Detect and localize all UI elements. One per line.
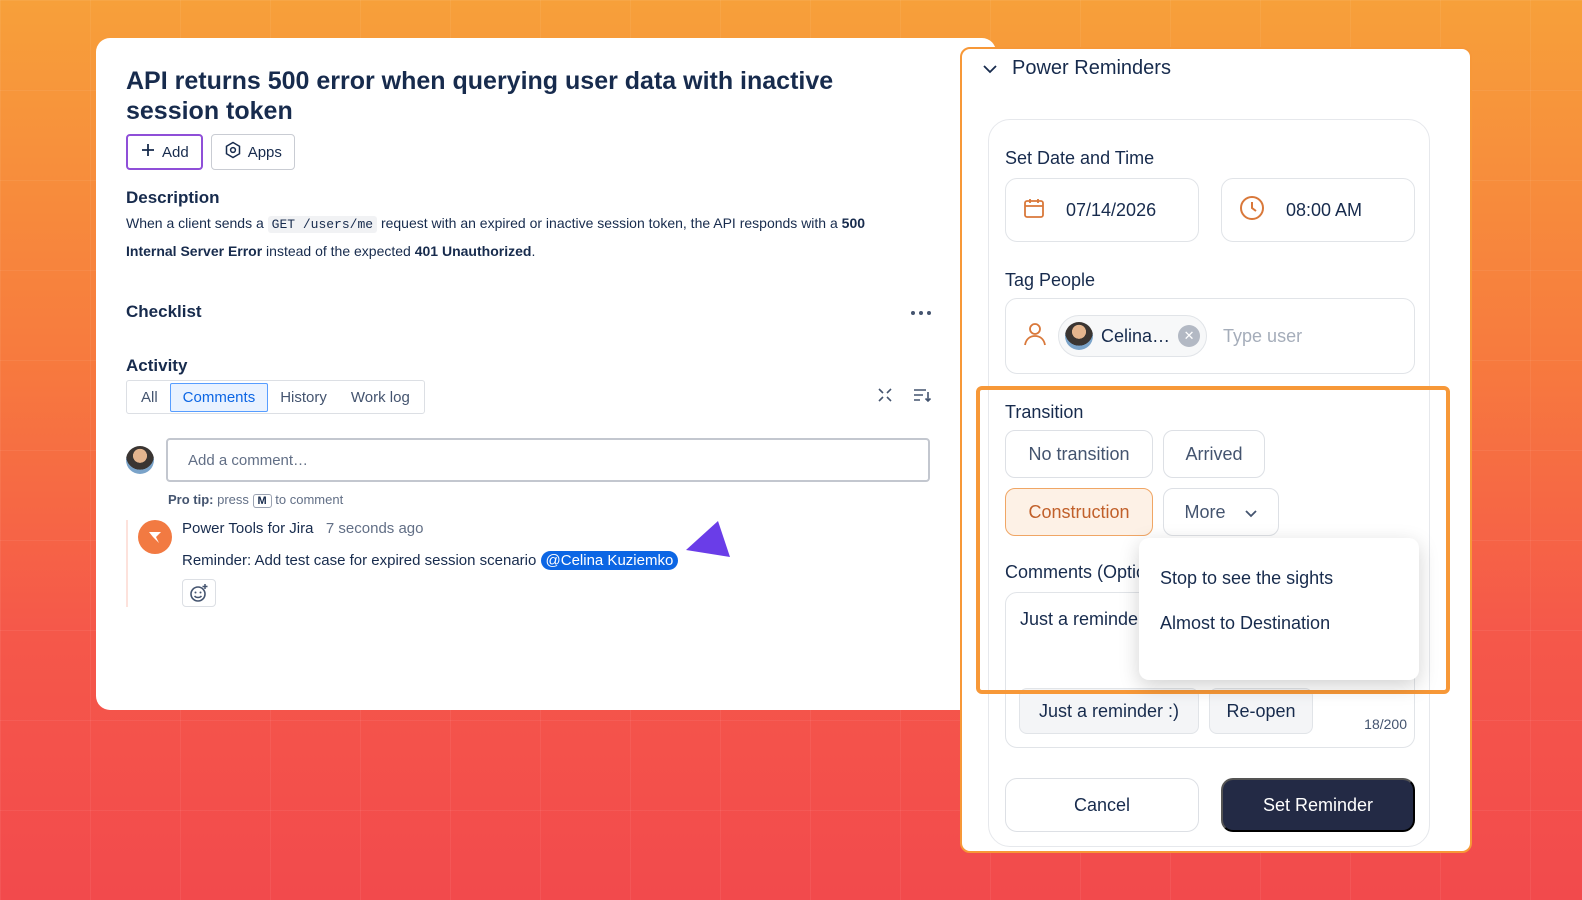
time-field[interactable]: 08:00 AM (1221, 178, 1415, 242)
protip: Pro tip: press M to comment (168, 492, 966, 508)
description-part: . (531, 243, 536, 259)
description-part: request with an expired or inactive sess… (377, 215, 842, 231)
tag-people-label: Tag People (1005, 270, 1096, 290)
comments-label: Comments (Optic (1005, 562, 1146, 582)
tab-work-log[interactable]: Work log (339, 384, 422, 411)
chevron-down-icon (1244, 502, 1258, 523)
protip-key: M (252, 494, 272, 508)
plus-icon (140, 142, 156, 162)
power-reminders-panel: Power Reminders Set Date and Time 07/14/… (960, 47, 1472, 853)
panel-title: Power Reminders (1012, 57, 1171, 79)
tagged-user-name: Celina… (1101, 325, 1171, 346)
date-field[interactable]: 07/14/2026 (1005, 178, 1199, 242)
emoji-icon (190, 584, 208, 602)
transition-more-button[interactable]: More (1163, 488, 1279, 536)
set-reminder-button[interactable]: Set Reminder (1221, 778, 1415, 832)
chevron-down-icon[interactable] (982, 57, 998, 80)
apps-button[interactable]: Apps (210, 134, 295, 170)
calendar-icon (1022, 196, 1046, 225)
transition-arrived[interactable]: Arrived (1163, 430, 1265, 478)
checklist-header: Checklist (126, 302, 932, 322)
power-tools-logo-icon (138, 520, 172, 554)
add-button[interactable]: Add (126, 134, 203, 170)
activity-heading: Activity (126, 356, 188, 375)
more-label: More (1184, 501, 1226, 522)
add-button-label: Add (162, 143, 189, 161)
protip-prefix: Pro tip: (168, 492, 214, 507)
description-part: When a client sends a (126, 215, 268, 231)
comment-text-content: Reminder: Add test case for expired sess… (182, 552, 541, 569)
type-user-input[interactable]: Type user (1223, 326, 1302, 347)
transition-no-transition[interactable]: No transition (1005, 430, 1153, 478)
menu-item-almost-to-destination[interactable]: Almost to Destination (1139, 601, 1419, 646)
add-reaction-button[interactable] (182, 579, 216, 607)
add-comment-row: Add a comment… (126, 438, 966, 482)
tagged-user-avatar (1065, 322, 1093, 350)
reminder-form: Set Date and Time 07/14/2026 08:00 AM Ta… (988, 119, 1430, 847)
activity-tabs: All Comments History Work log (126, 380, 425, 414)
tab-history[interactable]: History (268, 384, 339, 411)
character-counter: 18/200 (1364, 716, 1407, 732)
more-transitions-menu: Stop to see the sights Almost to Destina… (1139, 538, 1419, 680)
comment-time: 7 seconds ago (325, 520, 424, 537)
apps-hex-icon (224, 141, 242, 163)
remove-tag-icon[interactable]: ✕ (1178, 325, 1201, 347)
comment-input[interactable]: Add a comment… (166, 438, 930, 482)
quick-comment-reminder[interactable]: Just a reminder :) (1019, 688, 1199, 734)
checklist-heading: Checklist (126, 302, 202, 321)
clock-icon (1238, 194, 1266, 227)
reminder-comment-text: Just a reminder (1020, 609, 1145, 629)
time-value: 08:00 AM (1286, 199, 1363, 220)
protip-text: press (213, 492, 253, 507)
date-value: 07/14/2026 (1066, 199, 1157, 220)
collapse-icon[interactable] (876, 386, 894, 409)
activity-tabs-row: All Comments History Work log (126, 380, 932, 414)
comment-item: Power Tools for Jira 7 seconds ago Remin… (126, 520, 966, 607)
description-heading: Description (126, 188, 220, 207)
issue-card: API returns 500 error when querying user… (96, 38, 996, 710)
panel-header[interactable]: Power Reminders (962, 49, 1470, 80)
tagged-user-chip: Celina… ✕ (1058, 315, 1208, 357)
date-time-label: Set Date and Time (1005, 148, 1155, 168)
tab-comments[interactable]: Comments (169, 382, 269, 412)
menu-item-stop-to-see-sights[interactable]: Stop to see the sights (1139, 556, 1419, 601)
sort-icon[interactable] (912, 386, 932, 409)
issue-title: API returns 500 error when querying user… (126, 67, 834, 125)
protip-text: to comment (271, 492, 344, 507)
activity-tools (876, 386, 932, 409)
pointer-cursor-icon (678, 515, 738, 572)
comment-body: Power Tools for Jira 7 seconds ago Remin… (182, 520, 679, 607)
tab-all[interactable]: All (129, 384, 170, 411)
issue-actions: Add Apps (126, 134, 966, 170)
description-code: GET /users/me (267, 216, 378, 233)
apps-button-label: Apps (247, 143, 282, 161)
description-bold: 401 Unauthorized (414, 243, 532, 259)
transition-label: Transition (1005, 402, 1084, 422)
current-user-avatar (126, 446, 154, 474)
cancel-button[interactable]: Cancel (1005, 778, 1199, 832)
quick-comment-reopen[interactable]: Re-open (1209, 688, 1313, 734)
description-part: instead of the expected (262, 243, 415, 259)
transition-construction[interactable]: Construction (1005, 488, 1153, 536)
more-options-icon[interactable] (910, 303, 932, 321)
comment-author[interactable]: Power Tools for Jira (182, 520, 313, 537)
user-icon (1022, 321, 1048, 352)
tag-people-field[interactable]: Celina… ✕ Type user (1005, 298, 1415, 374)
mention-tag[interactable]: @Celina Kuziemko (540, 551, 679, 570)
description-text: When a client sends a GET /users/me requ… (126, 210, 906, 264)
comment-text: Reminder: Add test case for expired sess… (182, 551, 679, 570)
